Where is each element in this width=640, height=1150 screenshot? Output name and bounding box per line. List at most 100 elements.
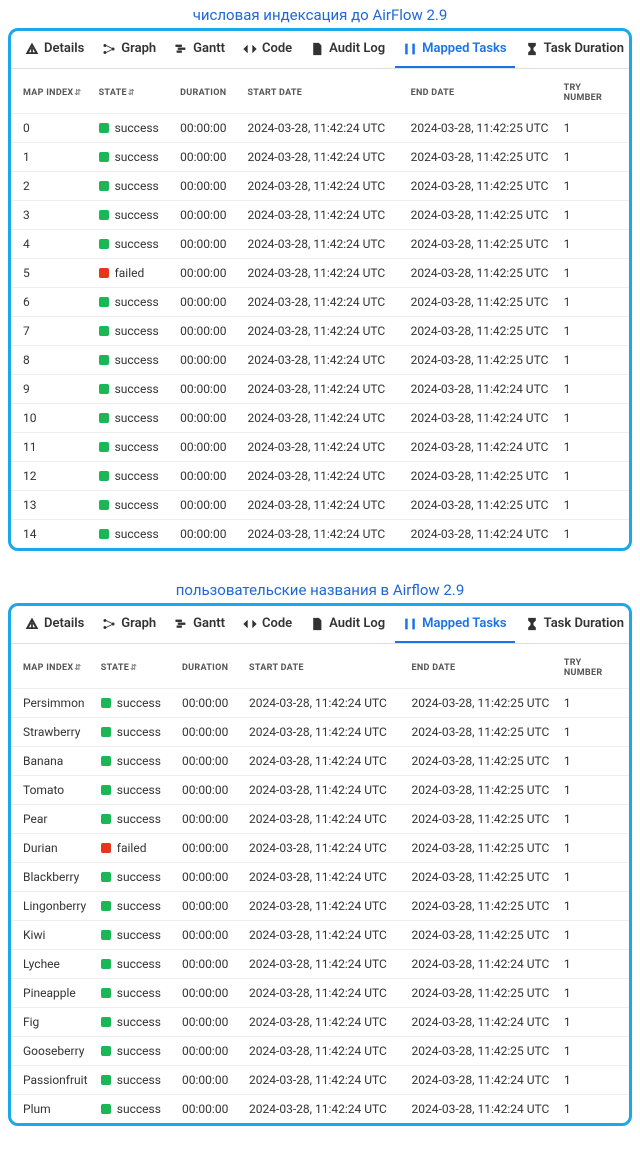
- table-row[interactable]: 8success00:00:002024-03-28, 11:42:24 UTC…: [11, 346, 629, 375]
- cell-map-index: Gooseberry: [11, 1037, 95, 1066]
- cell-state: success: [95, 921, 176, 950]
- tab-task-duration[interactable]: Task Duration: [517, 31, 632, 68]
- table-row[interactable]: Pearsuccess00:00:002024-03-28, 11:42:24 …: [11, 805, 629, 834]
- table-row[interactable]: Lingonberrysuccess00:00:002024-03-28, 11…: [11, 892, 629, 921]
- brackets-icon: [403, 42, 417, 56]
- table-row[interactable]: 12success00:00:002024-03-28, 11:42:24 UT…: [11, 462, 629, 491]
- table-row[interactable]: Persimmonsuccess00:00:002024-03-28, 11:4…: [11, 689, 629, 718]
- state-indicator-icon: [101, 872, 111, 882]
- cell-state: success: [93, 491, 175, 520]
- cell-start-date: 2024-03-28, 11:42:24 UTC: [243, 718, 405, 747]
- cell-state: success: [93, 172, 175, 201]
- table-row[interactable]: 2success00:00:002024-03-28, 11:42:24 UTC…: [11, 172, 629, 201]
- col-header-map-index[interactable]: MAP INDEX⇵: [11, 644, 95, 689]
- cell-try-number: 1: [558, 979, 629, 1008]
- cell-end-date: 2024-03-28, 11:42:25 UTC: [405, 230, 558, 259]
- state-label: success: [115, 121, 159, 135]
- tab-task-duration[interactable]: Task Duration: [517, 606, 632, 643]
- table-row[interactable]: Durianfailed00:00:002024-03-28, 11:42:24…: [11, 834, 629, 863]
- table-row[interactable]: Kiwisuccess00:00:002024-03-28, 11:42:24 …: [11, 921, 629, 950]
- col-header-start-date[interactable]: START DATE: [243, 644, 405, 689]
- table-row[interactable]: Gooseberrysuccess00:00:002024-03-28, 11:…: [11, 1037, 629, 1066]
- col-header-duration[interactable]: DURATION: [176, 644, 243, 689]
- table-row[interactable]: Bananasuccess00:00:002024-03-28, 11:42:2…: [11, 747, 629, 776]
- state-indicator-icon: [101, 959, 111, 969]
- table-row[interactable]: Tomatosuccess00:00:002024-03-28, 11:42:2…: [11, 776, 629, 805]
- tab-graph[interactable]: Graph: [94, 31, 164, 68]
- cell-start-date: 2024-03-28, 11:42:24 UTC: [241, 404, 404, 433]
- tab-code[interactable]: Code: [235, 606, 300, 643]
- table-row[interactable]: 10success00:00:002024-03-28, 11:42:24 UT…: [11, 404, 629, 433]
- col-header-end-date[interactable]: END DATE: [406, 644, 558, 689]
- cell-map-index: Pineapple: [11, 979, 95, 1008]
- mapped-tasks-table: MAP INDEX⇵ STATE⇵ DURATION START DATE EN…: [11, 69, 629, 548]
- tab-code[interactable]: Code: [235, 31, 300, 68]
- cell-try-number: 1: [558, 805, 629, 834]
- cell-map-index: 8: [11, 346, 93, 375]
- cell-start-date: 2024-03-28, 11:42:24 UTC: [243, 1066, 405, 1095]
- col-header-map-index[interactable]: MAP INDEX⇵: [11, 69, 93, 114]
- sort-icon: ⇵: [130, 663, 137, 672]
- col-header-start-date[interactable]: START DATE: [241, 69, 404, 114]
- gantt-icon: [174, 617, 188, 631]
- state-label: success: [115, 498, 159, 512]
- cell-start-date: 2024-03-28, 11:42:24 UTC: [243, 689, 405, 718]
- table-row[interactable]: 14success00:00:002024-03-28, 11:42:24 UT…: [11, 520, 629, 549]
- state-indicator-icon: [99, 384, 109, 394]
- state-indicator-icon: [101, 1104, 111, 1114]
- col-header-state[interactable]: STATE⇵: [93, 69, 175, 114]
- state-indicator-icon: [99, 210, 109, 220]
- table-row[interactable]: 7success00:00:002024-03-28, 11:42:24 UTC…: [11, 317, 629, 346]
- table-row[interactable]: Pineapplesuccess00:00:002024-03-28, 11:4…: [11, 979, 629, 1008]
- document-icon: [310, 42, 324, 56]
- col-header-try-number[interactable]: TRY NUMBER: [558, 644, 629, 689]
- cell-end-date: 2024-03-28, 11:42:24 UTC: [406, 1066, 558, 1095]
- tab-audit-log[interactable]: Audit Log: [302, 31, 393, 68]
- table-row[interactable]: 4success00:00:002024-03-28, 11:42:24 UTC…: [11, 230, 629, 259]
- cell-duration: 00:00:00: [176, 834, 243, 863]
- table-row[interactable]: 5failed00:00:002024-03-28, 11:42:24 UTC2…: [11, 259, 629, 288]
- col-header-state[interactable]: STATE⇵: [95, 644, 176, 689]
- state-label: success: [115, 353, 159, 367]
- cell-map-index: 9: [11, 375, 93, 404]
- table-row[interactable]: Strawberrysuccess00:00:002024-03-28, 11:…: [11, 718, 629, 747]
- cell-try-number: 1: [558, 288, 629, 317]
- table-row[interactable]: Passionfruitsuccess00:00:002024-03-28, 1…: [11, 1066, 629, 1095]
- col-header-duration[interactable]: DURATION: [174, 69, 241, 114]
- table-row[interactable]: 0success00:00:002024-03-28, 11:42:24 UTC…: [11, 114, 629, 143]
- cell-start-date: 2024-03-28, 11:42:24 UTC: [241, 433, 404, 462]
- table-row[interactable]: 11success00:00:002024-03-28, 11:42:24 UT…: [11, 433, 629, 462]
- tab-details[interactable]: Details: [17, 31, 92, 68]
- cell-state: success: [93, 201, 175, 230]
- cell-start-date: 2024-03-28, 11:42:24 UTC: [243, 979, 405, 1008]
- tab-gantt[interactable]: Gantt: [166, 606, 233, 643]
- table-row[interactable]: 3success00:00:002024-03-28, 11:42:24 UTC…: [11, 201, 629, 230]
- tab-mapped-tasks[interactable]: Mapped Tasks: [395, 31, 515, 68]
- tab-label: Audit Log: [329, 41, 385, 56]
- table-row[interactable]: 9success00:00:002024-03-28, 11:42:24 UTC…: [11, 375, 629, 404]
- col-header-try-number[interactable]: TRY NUMBER: [558, 69, 629, 114]
- state-label: success: [117, 1015, 161, 1029]
- cell-duration: 00:00:00: [174, 404, 241, 433]
- table-row[interactable]: Figsuccess00:00:002024-03-28, 11:42:24 U…: [11, 1008, 629, 1037]
- tab-audit-log[interactable]: Audit Log: [302, 606, 393, 643]
- cell-end-date: 2024-03-28, 11:42:25 UTC: [405, 201, 558, 230]
- panel-after: Details Graph Gantt Code Audit Log Mappe…: [8, 603, 632, 1126]
- cell-state: success: [95, 747, 176, 776]
- tab-gantt[interactable]: Gantt: [166, 31, 233, 68]
- col-header-end-date[interactable]: END DATE: [405, 69, 558, 114]
- tab-mapped-tasks[interactable]: Mapped Tasks: [395, 606, 515, 643]
- warning-icon: [25, 617, 39, 631]
- table-row[interactable]: 6success00:00:002024-03-28, 11:42:24 UTC…: [11, 288, 629, 317]
- tab-graph[interactable]: Graph: [94, 606, 164, 643]
- table-row[interactable]: Plumsuccess00:00:002024-03-28, 11:42:24 …: [11, 1095, 629, 1124]
- state-label: success: [117, 870, 161, 884]
- table-row[interactable]: Lycheesuccess00:00:002024-03-28, 11:42:2…: [11, 950, 629, 979]
- cell-end-date: 2024-03-28, 11:42:25 UTC: [406, 921, 558, 950]
- state-indicator-icon: [99, 355, 109, 365]
- table-row[interactable]: 1success00:00:002024-03-28, 11:42:24 UTC…: [11, 143, 629, 172]
- table-row[interactable]: Blackberrysuccess00:00:002024-03-28, 11:…: [11, 863, 629, 892]
- table-row[interactable]: 13success00:00:002024-03-28, 11:42:24 UT…: [11, 491, 629, 520]
- state-indicator-icon: [101, 814, 111, 824]
- tab-details[interactable]: Details: [17, 606, 92, 643]
